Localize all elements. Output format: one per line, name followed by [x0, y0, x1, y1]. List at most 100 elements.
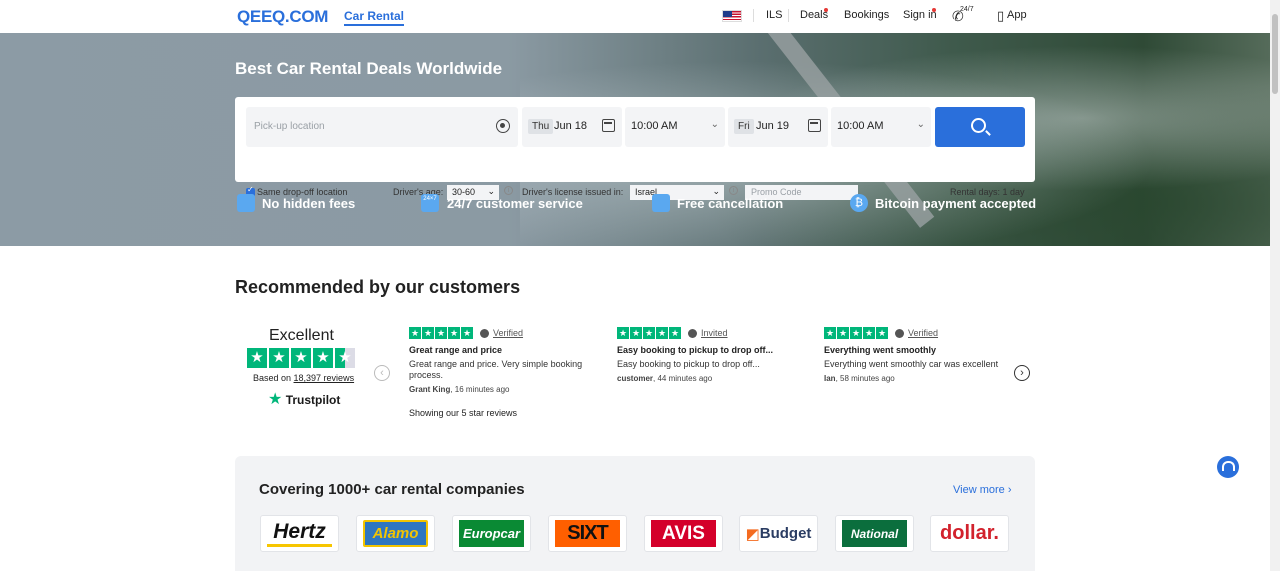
brand-hertz[interactable]: Hertz — [260, 515, 339, 552]
star-icon: ★ — [643, 327, 655, 339]
star-icon: ★ — [435, 327, 447, 339]
nav-app[interactable]: App — [1007, 9, 1027, 21]
dropoff-date: Jun 19 — [756, 120, 790, 132]
chevron-down-icon: ⌄ — [710, 119, 719, 130]
pickup-date: Jun 18 — [554, 120, 588, 132]
star-icon: ★ — [269, 348, 289, 368]
info-icon[interactable]: i — [729, 186, 738, 195]
budget-mark-icon: ◩ — [745, 525, 760, 543]
review-card: ★ ★ ★ ★ ★ Verified Everything went smoothly … — [824, 327, 1014, 383]
budget-logo: ◩ Budget — [745, 520, 812, 547]
chevron-down-icon: ⌄ — [916, 119, 925, 130]
verified-check-icon — [895, 329, 904, 338]
dropoff-time-select[interactable]: 10:00 AM ⌄ — [831, 107, 931, 147]
search-button[interactable] — [935, 107, 1025, 147]
free-cancellation-icon — [652, 194, 670, 212]
carousel-next-button[interactable]: › — [1014, 365, 1030, 381]
review-badge[interactable]: Invited — [701, 328, 728, 338]
support-24-7-label: 24/7 — [960, 6, 974, 13]
pickup-day: Thu — [528, 119, 554, 134]
review-author: customer — [617, 374, 654, 383]
brand-dollar[interactable]: dollar. — [930, 515, 1009, 552]
reviews-count-link[interactable]: 18,397 reviews — [294, 373, 355, 383]
based-on-prefix: Based on — [253, 373, 294, 383]
review-author-line: customer, 44 minutes ago — [617, 374, 712, 383]
review-badge[interactable]: Verified — [908, 328, 938, 338]
header-divider — [788, 9, 789, 22]
brand-europcar[interactable]: Europcar — [452, 515, 531, 552]
star-icon: ★ — [824, 327, 836, 339]
star-icon: ★ — [461, 327, 473, 339]
bitcoin-icon: ₿ — [850, 194, 868, 212]
star-icon: ★ — [837, 327, 849, 339]
brand-avis[interactable]: AVIS — [644, 515, 723, 552]
view-more-link[interactable]: View more › — [953, 484, 1011, 496]
alamo-logo: Alamo — [363, 520, 428, 547]
search-icon — [971, 118, 986, 133]
budget-wordmark: Budget — [759, 525, 812, 542]
avis-logo: AVIS — [651, 520, 716, 547]
us-flag-icon[interactable] — [722, 10, 742, 22]
site-logo[interactable]: QEEQ.COM — [237, 7, 328, 27]
feature-no-hidden-fees: No hidden fees — [262, 196, 356, 211]
nav-car-rental[interactable]: Car Rental — [344, 9, 405, 26]
dropoff-time: 10:00 AM — [837, 120, 884, 132]
trustpilot-wordmark: Trustpilot — [285, 393, 341, 407]
pickup-date-field[interactable]: Thu Jun 18 — [522, 107, 622, 147]
invited-check-icon — [688, 329, 697, 338]
page-scrollbar[interactable] — [1270, 0, 1280, 571]
review-body: Easy booking to pickup to drop off... — [617, 359, 760, 369]
star-icon: ★ — [291, 348, 311, 368]
locate-me-icon[interactable] — [496, 119, 510, 133]
half-star-icon: ★ — [335, 348, 355, 368]
trustpilot-star-icon: ★ — [268, 391, 283, 408]
review-time: , 58 minutes ago — [835, 374, 895, 383]
deals-notification-dot — [824, 8, 828, 12]
review-author: Ian — [824, 374, 836, 383]
customer-service-icon: 24×7 — [421, 194, 439, 212]
based-on-reviews: Based on 18,397 reviews — [253, 373, 354, 383]
trustpilot-logo[interactable]: ★ Trustpilot — [268, 389, 340, 409]
review-badge[interactable]: Verified — [493, 328, 523, 338]
review-time: , 16 minutes ago — [450, 385, 510, 394]
brand-budget[interactable]: ◩ Budget — [739, 515, 818, 552]
carousel-prev-button[interactable]: ‹ — [374, 365, 390, 381]
verified-check-icon — [480, 329, 489, 338]
pickup-time: 10:00 AM — [631, 120, 678, 132]
review-author-line: Ian, 58 minutes ago — [824, 374, 895, 383]
nav-bookings[interactable]: Bookings — [844, 9, 889, 21]
scrollbar-thumb[interactable] — [1272, 14, 1278, 94]
dropoff-day: Fri — [734, 119, 754, 134]
star-icon: ★ — [617, 327, 629, 339]
review-time: , 44 minutes ago — [653, 374, 713, 383]
pickup-time-select[interactable]: 10:00 AM ⌄ — [625, 107, 725, 147]
customer-support-chat-button[interactable] — [1217, 456, 1239, 478]
star-icon: ★ — [313, 348, 333, 368]
no-fees-icon — [237, 194, 255, 212]
dropoff-date-field[interactable]: Fri Jun 19 — [728, 107, 828, 147]
brand-alamo[interactable]: Alamo — [356, 515, 435, 552]
info-icon[interactable]: i — [504, 186, 513, 195]
search-panel: Pick-up location Thu Jun 18 10:00 AM ⌄ F… — [235, 97, 1035, 200]
trustpilot-overall-stars: ★ ★ ★ ★ ★ — [247, 348, 355, 368]
pickup-location-input[interactable]: Pick-up location — [246, 107, 518, 147]
currency-selector[interactable]: ILS — [766, 9, 783, 21]
star-icon: ★ — [863, 327, 875, 339]
hero-banner: Best Car Rental Deals Worldwide Pick-up … — [0, 33, 1270, 246]
rental-companies-panel: Covering 1000+ car rental companies View… — [235, 456, 1035, 571]
showing-5-star-note: Showing our 5 star reviews — [409, 408, 518, 418]
companies-title: Covering 1000+ car rental companies — [259, 481, 525, 498]
mobile-app-icon[interactable]: ▯ — [997, 8, 1004, 24]
review-card: ★ ★ ★ ★ ★ Verified Great range and price Gre… — [409, 327, 599, 394]
star-icon: ★ — [669, 327, 681, 339]
feature-free-cancellation: Free cancellation — [677, 196, 784, 211]
header-divider — [753, 9, 754, 22]
brand-national[interactable]: National — [835, 515, 914, 552]
calendar-return-icon — [808, 119, 821, 132]
brand-sixt[interactable]: SIXT — [548, 515, 627, 552]
star-icon: ★ — [448, 327, 460, 339]
review-title: Easy booking to pickup to drop off... — [617, 345, 773, 355]
review-author-line: Grant King, 16 minutes ago — [409, 385, 510, 394]
europcar-logo: Europcar — [459, 520, 524, 547]
feature-bitcoin: Bitcoin payment accepted — [875, 196, 1037, 211]
